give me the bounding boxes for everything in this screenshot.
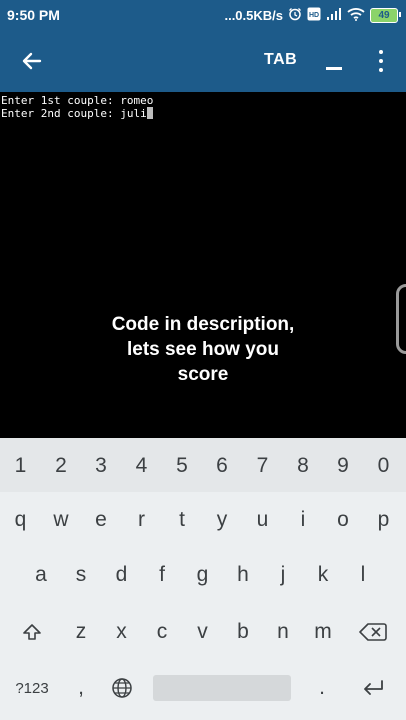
key-9[interactable]: 9 [323, 446, 363, 486]
key-comma[interactable]: , [62, 668, 100, 708]
key-4[interactable]: 4 [121, 446, 162, 486]
underscore-key-icon[interactable] [324, 44, 344, 72]
video-caption: Code in description, lets see how you sc… [111, 314, 295, 385]
key-3[interactable]: 3 [81, 446, 121, 486]
backspace-key[interactable] [350, 612, 396, 652]
key-r[interactable]: r [121, 500, 162, 540]
drawer-handle[interactable] [396, 284, 406, 354]
text-cursor [146, 107, 153, 119]
key-7[interactable]: 7 [242, 446, 283, 486]
symbols-key[interactable]: ?123 [6, 668, 58, 708]
language-key[interactable] [103, 668, 141, 708]
battery-icon: 49 [370, 7, 401, 23]
shift-key[interactable] [10, 612, 54, 652]
key-b[interactable]: b [223, 612, 263, 652]
key-u[interactable]: u [242, 500, 283, 540]
enter-key[interactable] [350, 668, 396, 708]
key-j[interactable]: j [263, 555, 303, 595]
key-h[interactable]: h [223, 555, 263, 595]
key-m[interactable]: m [303, 612, 343, 652]
status-time: 9:50 PM [7, 7, 60, 23]
key-i[interactable]: i [283, 500, 323, 540]
key-v[interactable]: v [182, 612, 223, 652]
key-a[interactable]: a [21, 555, 61, 595]
back-arrow-icon [22, 52, 42, 70]
key-q[interactable]: q [0, 500, 41, 540]
key-x[interactable]: x [101, 612, 142, 652]
key-y[interactable]: y [202, 500, 242, 540]
network-speed: ...0.5KB/s [224, 7, 283, 23]
tab-key-button[interactable]: TAB [264, 51, 297, 69]
key-k[interactable]: k [303, 555, 343, 595]
space-key[interactable] [153, 675, 291, 701]
wifi-icon [347, 7, 365, 24]
key-t[interactable]: t [162, 500, 202, 540]
back-button[interactable] [18, 47, 46, 75]
shift-icon [23, 624, 41, 640]
terminal-line: Enter 2nd couple: juli [1, 107, 153, 120]
key-f[interactable]: f [142, 555, 182, 595]
key-s[interactable]: s [61, 555, 101, 595]
cell-signal-icon [326, 7, 342, 24]
key-l[interactable]: l [343, 555, 383, 595]
key-0[interactable]: 0 [363, 446, 404, 486]
enter-icon [364, 680, 383, 695]
battery-level: 49 [378, 9, 390, 21]
key-n[interactable]: n [263, 612, 303, 652]
globe-icon [112, 678, 132, 698]
key-o[interactable]: o [323, 500, 363, 540]
key-5[interactable]: 5 [162, 446, 202, 486]
key-1[interactable]: 1 [0, 446, 41, 486]
key-d[interactable]: d [101, 555, 142, 595]
key-e[interactable]: e [81, 500, 121, 540]
key-period[interactable]: . [302, 668, 342, 708]
soft-keyboard: 1 2 3 4 5 6 7 8 9 0 q w e r t y u i o p … [0, 438, 406, 720]
terminal-line: Enter 1st couple: romeo [1, 94, 154, 107]
backspace-icon [359, 623, 387, 641]
alarm-icon [288, 7, 302, 24]
key-z[interactable]: z [61, 612, 101, 652]
key-6[interactable]: 6 [202, 446, 242, 486]
more-vert-icon[interactable] [376, 50, 386, 72]
svg-text:HD: HD [309, 12, 319, 19]
key-c[interactable]: c [142, 612, 182, 652]
status-icons: ...0.5KB/s HD 49 [224, 6, 401, 24]
key-p[interactable]: p [363, 500, 404, 540]
volte-icon: HD [307, 7, 321, 24]
key-2[interactable]: 2 [41, 446, 81, 486]
key-w[interactable]: w [41, 500, 81, 540]
key-8[interactable]: 8 [283, 446, 323, 486]
app-bar: TAB [0, 30, 406, 92]
key-g[interactable]: g [182, 555, 223, 595]
status-bar: 9:50 PM ...0.5KB/s HD 49 [0, 0, 406, 30]
terminal-output[interactable]: Enter 1st couple: romeo Enter 2nd couple… [0, 92, 406, 438]
